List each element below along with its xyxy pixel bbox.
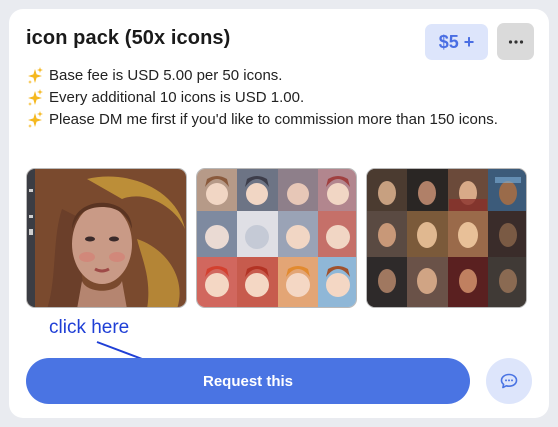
- more-options-button[interactable]: [497, 23, 534, 60]
- description-text: Every additional 10 icons is USD 1.00.: [49, 89, 305, 106]
- example-gallery: [26, 168, 527, 308]
- description-text: Please DM me first if you'd like to comm…: [49, 111, 498, 128]
- chat-button[interactable]: [486, 358, 532, 404]
- listing-card: icon pack (50x icons) $5 + Base fee is U…: [9, 9, 549, 418]
- price-badge[interactable]: $5 +: [425, 24, 488, 60]
- sparkles-icon: [28, 67, 43, 84]
- ellipsis-icon: [508, 39, 523, 44]
- description-line: Every additional 10 icons is USD 1.00.: [26, 87, 531, 109]
- listing-description: Base fee is USD 5.00 per 50 icons. Every…: [26, 65, 531, 131]
- sparkles-icon: [28, 89, 43, 106]
- chat-bubble-icon: [500, 373, 518, 389]
- gallery-image-photo-collage[interactable]: [366, 168, 527, 308]
- painted-portrait-image: [27, 169, 186, 307]
- description-line: Base fee is USD 5.00 per 50 icons.: [26, 65, 531, 87]
- gallery-image-painted-portrait[interactable]: [26, 168, 187, 308]
- annotation-label: click here: [49, 317, 130, 338]
- gallery-image-anime-collage[interactable]: [196, 168, 357, 308]
- description-text: Base fee is USD 5.00 per 50 icons.: [49, 67, 283, 84]
- photo-icon-collage-image: [367, 169, 526, 307]
- sparkles-icon: [28, 111, 43, 128]
- request-button[interactable]: Request this: [26, 358, 470, 404]
- description-line: Please DM me first if you'd like to comm…: [26, 109, 531, 131]
- listing-title: icon pack (50x icons): [26, 27, 231, 49]
- anime-icon-collage-image: [197, 169, 356, 307]
